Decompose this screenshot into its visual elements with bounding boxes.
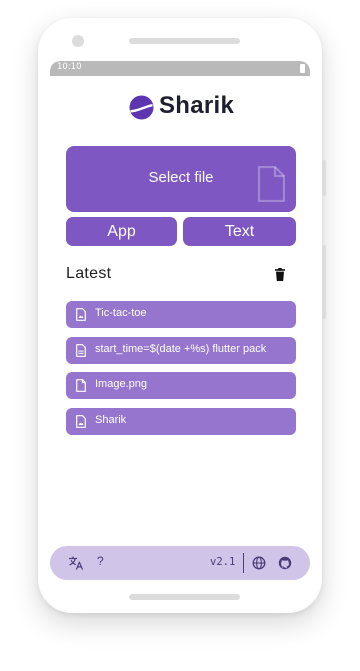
globe-icon[interactable] (251, 555, 267, 571)
sharik-logo-icon (129, 95, 154, 120)
select-file-button[interactable]: Select file (66, 146, 296, 212)
home-indicator (129, 594, 240, 600)
delete-icon[interactable] (275, 268, 285, 281)
power-button (322, 245, 326, 319)
translate-icon[interactable] (68, 555, 84, 571)
app-icon (76, 308, 86, 321)
status-bar: 10:10 (50, 61, 310, 76)
history-item[interactable]: Image.png (66, 372, 296, 399)
history-item-label: Tic-tac-toe (95, 307, 147, 319)
app-icon (76, 415, 86, 428)
battery-icon (300, 64, 305, 73)
share-text-button[interactable]: Text (183, 217, 296, 246)
help-button[interactable]: ? (97, 554, 104, 568)
front-camera (72, 35, 84, 47)
github-icon[interactable] (277, 555, 293, 571)
version-label: v2.1 (210, 556, 236, 568)
history-item-label: Image.png (95, 378, 147, 390)
history-item-label: start_time=$(date +%s) flutter pack (95, 343, 267, 355)
share-app-button[interactable]: App (66, 217, 177, 246)
bottom-bar: ? v2.1 (50, 546, 310, 580)
app-screen: 10:10 Sharik Select file App Text Latest… (50, 61, 310, 583)
history-item[interactable]: Tic-tac-toe (66, 301, 296, 328)
text-icon (76, 344, 86, 357)
volume-button (322, 160, 326, 196)
file-icon (76, 379, 86, 392)
history-item[interactable]: Sharik (66, 408, 296, 435)
history-item[interactable]: start_time=$(date +%s) flutter pack (66, 337, 296, 364)
file-icon (257, 166, 285, 202)
status-time: 10:10 (57, 62, 82, 72)
history-item-label: Sharik (95, 414, 127, 426)
bottom-bar-divider (243, 553, 244, 573)
earpiece (129, 38, 240, 44)
app-title: Sharik (159, 92, 235, 119)
latest-heading: Latest (66, 265, 112, 282)
